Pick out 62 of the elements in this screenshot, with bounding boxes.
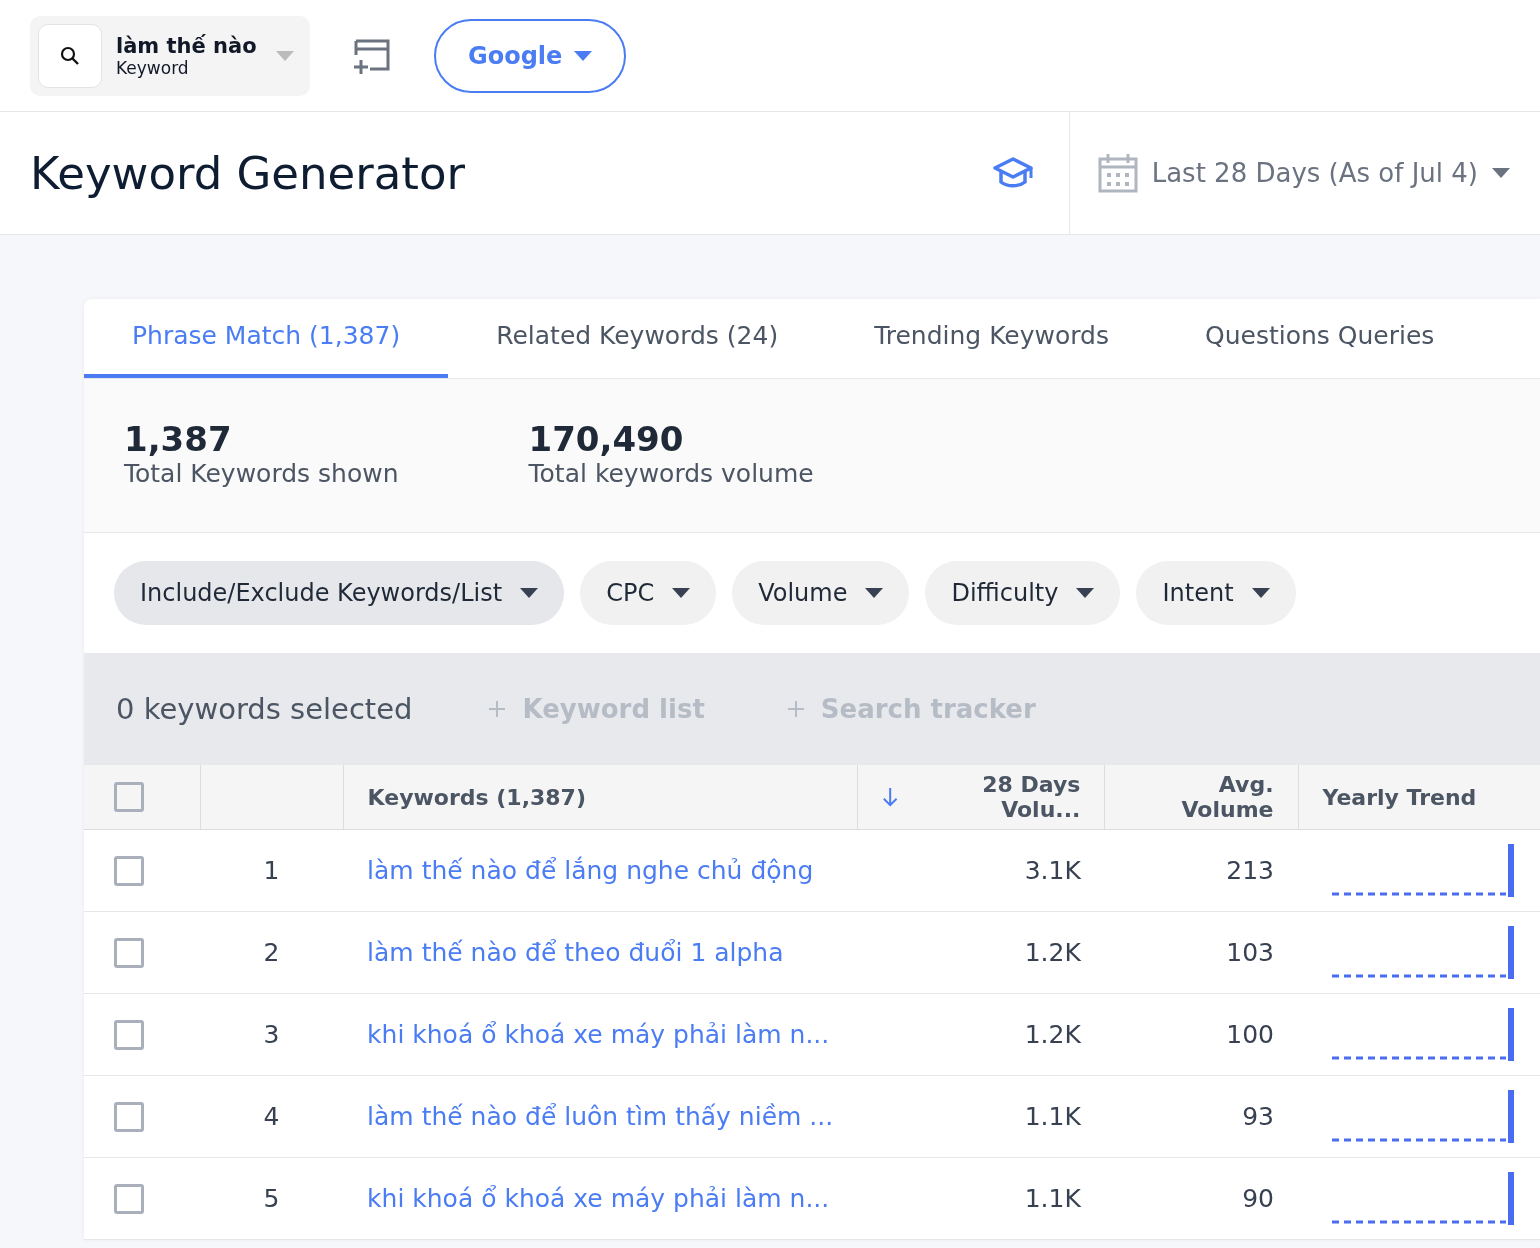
caret-icon xyxy=(1076,588,1095,598)
volume-value: 1.1K xyxy=(1024,1184,1081,1213)
tab[interactable]: Related Keywords (24) xyxy=(448,299,827,378)
stat-label: Total keywords volume xyxy=(528,459,814,488)
keyword-link[interactable]: khi khoá ổ khoá xe máy phải làm n... xyxy=(367,1184,830,1213)
row-number: 4 xyxy=(263,1102,280,1131)
plus-icon xyxy=(786,700,805,718)
volume-value: 1.2K xyxy=(1024,1020,1081,1049)
row-checkbox[interactable] xyxy=(114,1102,144,1132)
calendar-icon xyxy=(1097,153,1138,193)
caret-icon xyxy=(276,50,294,61)
filter-dropdown[interactable]: Intent xyxy=(1136,561,1296,625)
caret-icon xyxy=(672,588,691,598)
keyword-link[interactable]: làm thế nào để lắng nghe chủ động xyxy=(367,856,814,885)
volume-value: 3.1K xyxy=(1024,856,1081,885)
avg-volume-value: 213 xyxy=(1226,856,1274,885)
avg-volume-value: 103 xyxy=(1226,938,1274,967)
filter-dropdown[interactable]: CPC xyxy=(580,561,717,625)
stat-value: 1,387 xyxy=(124,419,233,459)
volume-value: 1.2K xyxy=(1024,938,1081,967)
page-title: Keyword Generator xyxy=(30,146,466,200)
row-checkbox[interactable] xyxy=(114,856,144,886)
tab[interactable]: Trending Keywords xyxy=(826,299,1157,378)
keyword-link[interactable]: làm thế nào để theo đuổi 1 alpha xyxy=(367,938,784,967)
search-icon xyxy=(59,44,81,67)
row-checkbox[interactable] xyxy=(114,1184,144,1214)
search-engine-dropdown[interactable]: Google xyxy=(434,18,627,93)
column-header[interactable]: Yearly Trend xyxy=(1298,765,1540,830)
tab[interactable]: Questions Queries xyxy=(1157,299,1483,378)
column-header[interactable]: Avg. Volume xyxy=(1104,765,1298,830)
row-checkbox[interactable] xyxy=(114,1020,144,1050)
avg-volume-value: 93 xyxy=(1242,1102,1274,1131)
row-number: 1 xyxy=(263,856,280,885)
filter-dropdown[interactable]: Volume xyxy=(732,561,910,625)
keyword-link[interactable]: khi khoá ổ khoá xe máy phải làm n... xyxy=(367,1020,830,1049)
row-number: 5 xyxy=(263,1184,280,1213)
avg-volume-value: 90 xyxy=(1242,1184,1274,1213)
stat-value: 170,490 xyxy=(528,419,685,459)
avg-volume-value: 100 xyxy=(1226,1020,1274,1049)
plus-icon xyxy=(488,700,507,718)
column-header[interactable]: Keywords (1,387) xyxy=(343,765,858,830)
keyword-search-field[interactable]: làm thế nào Keyword xyxy=(30,15,310,96)
filter-dropdown[interactable]: Include/Exclude Keywords/List xyxy=(114,561,565,625)
row-checkbox[interactable] xyxy=(114,938,144,968)
selected-count: 0 keywords selected xyxy=(116,692,413,726)
column-header[interactable]: 28 Days Volu... xyxy=(857,765,1105,830)
stat-label: Total Keywords shown xyxy=(124,459,399,488)
caret-icon xyxy=(865,588,884,598)
date-range-dropdown[interactable]: Last 28 Days (As of Jul 4) xyxy=(1068,112,1540,234)
caret-icon xyxy=(574,50,593,61)
search-query: làm thế nào xyxy=(116,33,258,58)
filter-dropdown[interactable]: Difficulty xyxy=(925,561,1121,625)
caret-icon xyxy=(520,588,539,598)
select-all-checkbox[interactable] xyxy=(114,782,144,812)
row-number: 2 xyxy=(263,938,280,967)
caret-icon xyxy=(1492,168,1510,178)
search-type: Keyword xyxy=(116,57,190,78)
volume-value: 1.1K xyxy=(1024,1102,1081,1131)
sort-down-arrow-icon xyxy=(881,786,899,808)
caret-icon xyxy=(1251,588,1270,598)
row-number: 3 xyxy=(263,1020,280,1049)
keyword-link[interactable]: làm thế nào để luôn tìm thấy niềm ... xyxy=(367,1102,834,1131)
